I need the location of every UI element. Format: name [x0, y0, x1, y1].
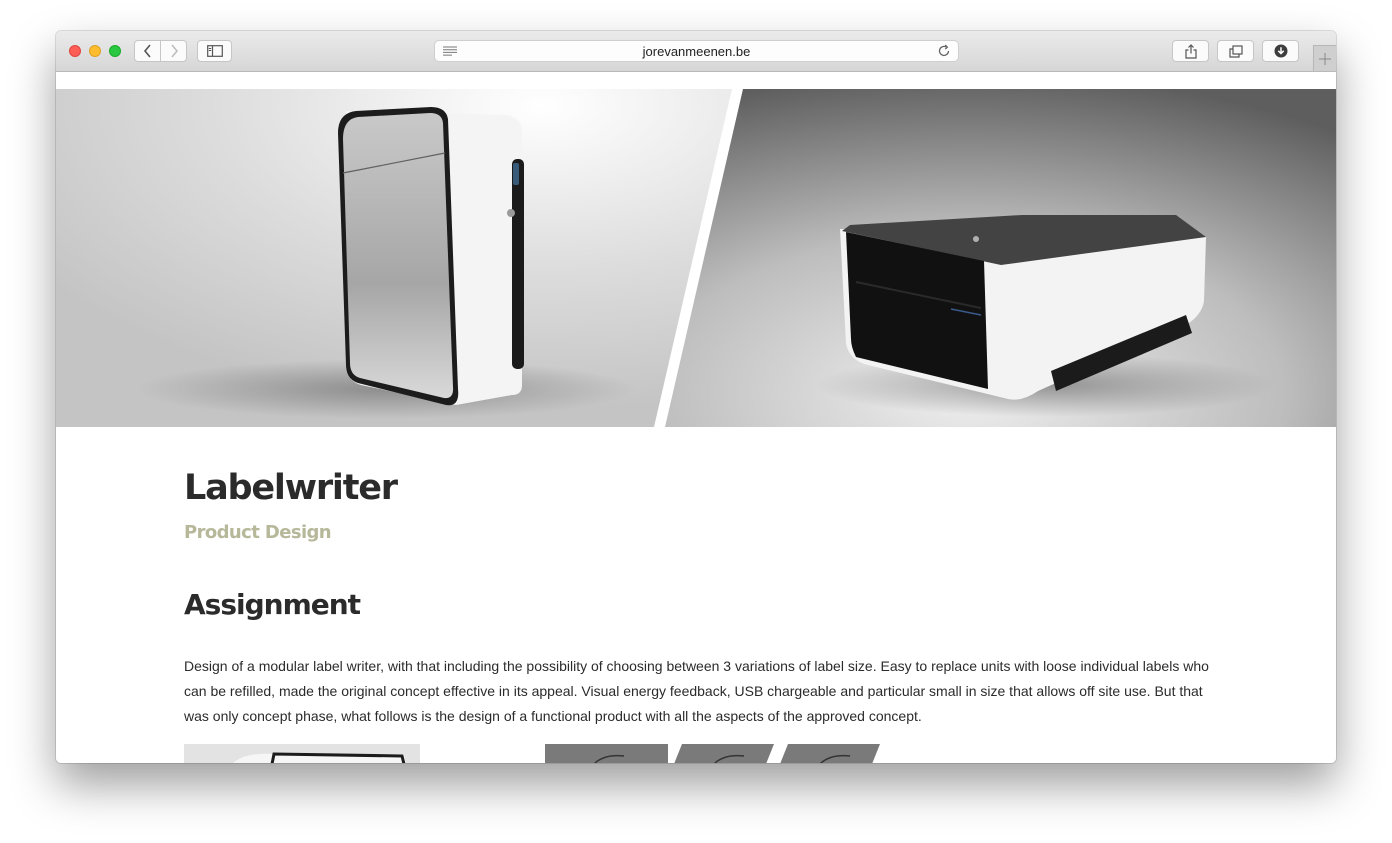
browser-toolbar: jorevanmeenen.be — [56, 31, 1336, 72]
download-icon — [1274, 44, 1287, 58]
reload-icon[interactable] — [937, 44, 951, 58]
sidebar-button[interactable] — [197, 40, 232, 62]
back-button[interactable] — [134, 40, 161, 62]
new-tab-icon — [1319, 52, 1331, 65]
forward-button[interactable] — [160, 40, 187, 62]
back-icon — [143, 44, 151, 58]
section-heading: Assignment — [184, 588, 361, 621]
minimize-window-button[interactable] — [89, 45, 101, 57]
page-title: Labelwriter — [184, 468, 398, 508]
new-tab-button[interactable] — [1313, 45, 1336, 71]
product-gallery-preview — [184, 744, 880, 763]
share-button[interactable] — [1172, 40, 1209, 62]
forward-icon — [170, 44, 178, 58]
downloads-button[interactable] — [1262, 40, 1299, 62]
close-window-button[interactable] — [69, 45, 81, 57]
sidebar-icon — [206, 45, 223, 57]
share-icon — [1184, 43, 1197, 59]
tabs-button[interactable] — [1217, 40, 1254, 62]
browser-window: jorevanmeenen.be Labelwriter Product Des… — [56, 31, 1336, 763]
tabs-icon — [1228, 44, 1243, 58]
page-subtitle: Product Design — [184, 522, 332, 543]
hero-image — [56, 89, 1336, 427]
page-content: Labelwriter Product Design Assignment De… — [56, 72, 1336, 763]
assignment-paragraph: Design of a modular label writer, with t… — [184, 658, 1209, 724]
zoom-window-button[interactable] — [109, 45, 121, 57]
url-text[interactable]: jorevanmeenen.be — [435, 44, 958, 59]
address-bar[interactable]: jorevanmeenen.be — [434, 40, 959, 62]
